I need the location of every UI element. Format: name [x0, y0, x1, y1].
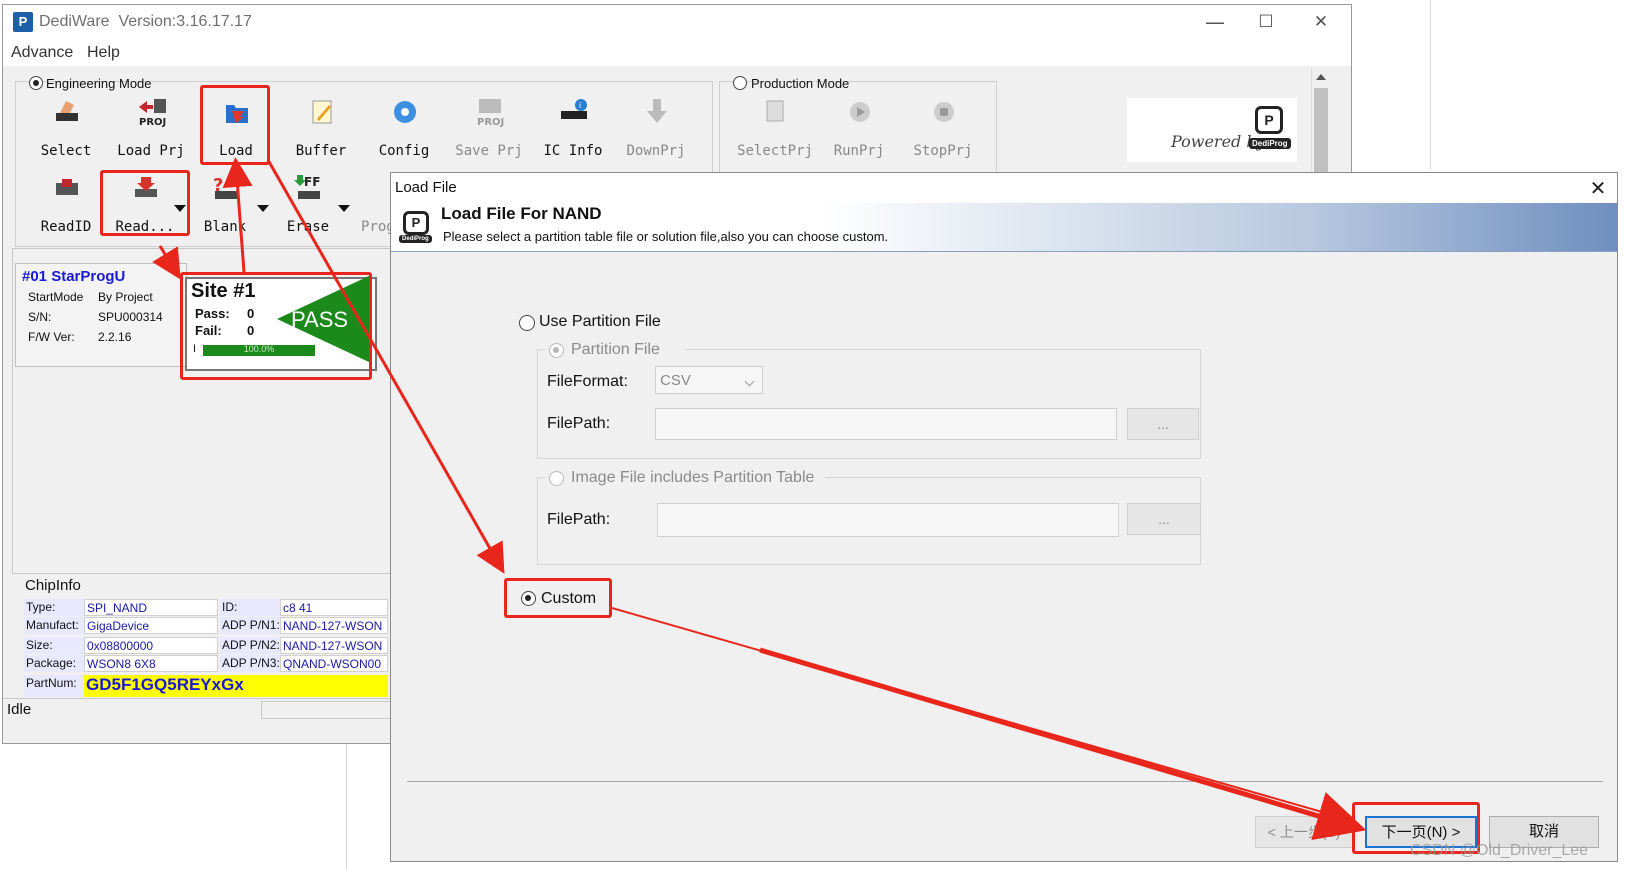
arrow-site-to-load	[222, 157, 253, 273]
annotation-arrows-layer	[152, 157, 1367, 840]
arrow-custom-to-next	[759, 647, 1367, 840]
arrow-read-to-site	[152, 245, 181, 280]
arrow-load-to-custom	[266, 159, 505, 574]
csdn-watermark: CSDN @Old_Driver_Lee	[1410, 842, 1589, 859]
